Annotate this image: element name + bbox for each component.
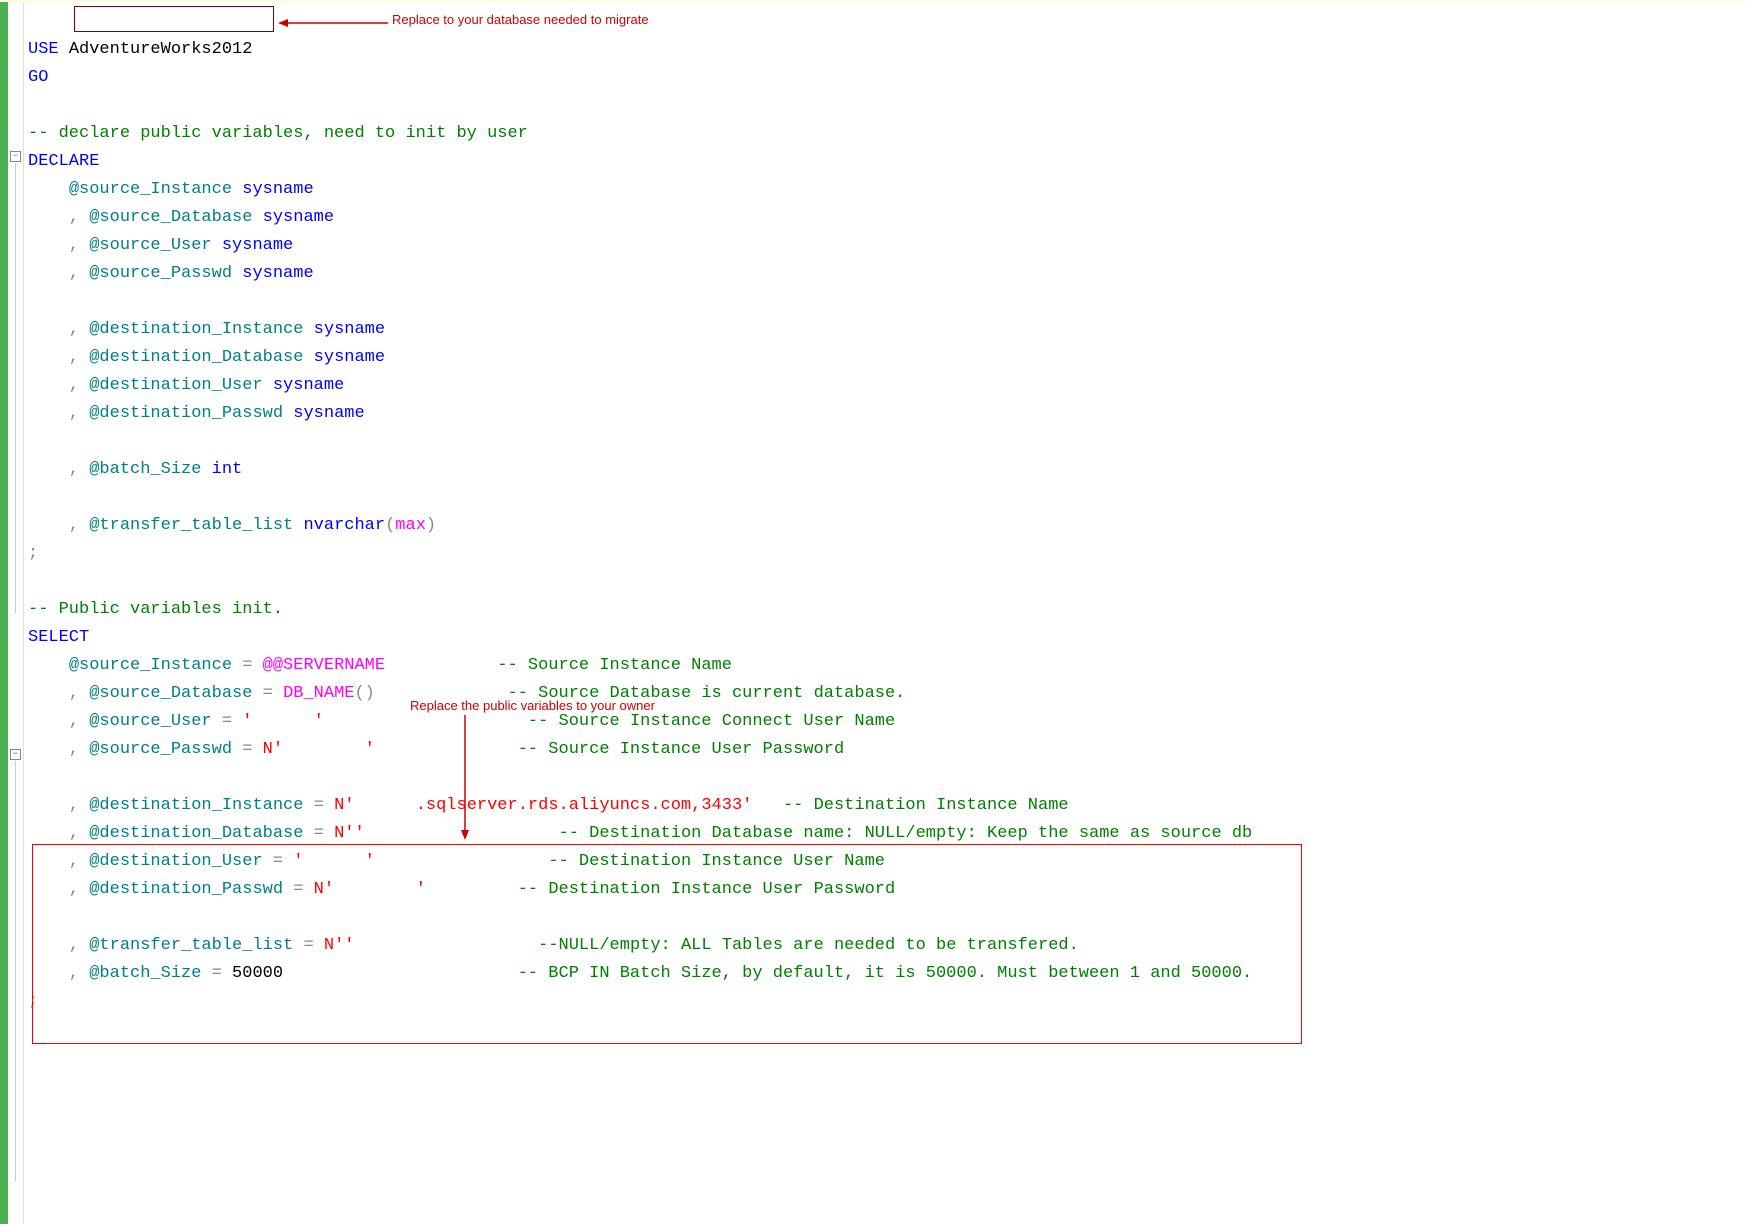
code-area[interactable]: USE AdventureWorks2012 GO -- declare pub… xyxy=(24,2,1746,1224)
line: @source_Instance sysname xyxy=(28,180,314,199)
annotation-label: Replace to your database needed to migra… xyxy=(392,12,649,27)
line: USE AdventureWorks2012 xyxy=(28,40,252,59)
line: , @source_Passwd sysname xyxy=(28,264,314,283)
line: GO xyxy=(28,68,48,87)
fold-toggle-icon[interactable]: − xyxy=(10,151,21,162)
line: , @source_Passwd = N' ' -- Source Instan… xyxy=(28,740,844,759)
line: , @transfer_table_list = N'' --NULL/empt… xyxy=(28,936,1079,955)
line: , @source_User sysname xyxy=(28,236,293,255)
annotation-label: Replace the public variables to your own… xyxy=(410,698,655,713)
fold-gutter: − − xyxy=(8,2,24,1224)
line: , @destination_User sysname xyxy=(28,376,344,395)
line: , @destination_Instance sysname xyxy=(28,320,385,339)
fold-toggle-icon[interactable]: − xyxy=(10,749,21,760)
line: , @source_Database sysname xyxy=(28,208,334,227)
fold-line xyxy=(15,163,16,613)
fold-line xyxy=(15,761,16,1181)
line: , @batch_Size = 50000 -- BCP IN Batch Si… xyxy=(28,964,1252,983)
line: , @transfer_table_list nvarchar(max) xyxy=(28,516,436,535)
line: , @batch_Size int xyxy=(28,460,242,479)
line: -- Public variables init. xyxy=(28,600,283,619)
line: , @destination_User = ' ' -- Destination… xyxy=(28,852,885,871)
line: , @destination_Instance = N' .sqlserver.… xyxy=(28,796,1069,815)
line: , @destination_Passwd = N' ' -- Destinat… xyxy=(28,880,895,899)
line: DECLARE xyxy=(28,152,99,171)
line: -- declare public variables, need to ini… xyxy=(28,124,528,143)
arrow-icon xyxy=(278,18,388,28)
line: @source_Instance = @@SERVERNAME -- Sourc… xyxy=(28,656,732,675)
line: ; xyxy=(28,544,38,563)
change-indicator-stripe xyxy=(0,2,8,1224)
line: , @destination_Database = N'' -- Destina… xyxy=(28,824,1252,843)
line: , @destination_Passwd sysname xyxy=(28,404,365,423)
line: , @destination_Database sysname xyxy=(28,348,385,367)
line: SELECT xyxy=(28,628,89,647)
line: ; xyxy=(28,992,38,1011)
arrow-icon xyxy=(455,715,475,840)
code-editor[interactable]: − − USE AdventureWorks2012 GO -- declare… xyxy=(0,2,1746,1224)
